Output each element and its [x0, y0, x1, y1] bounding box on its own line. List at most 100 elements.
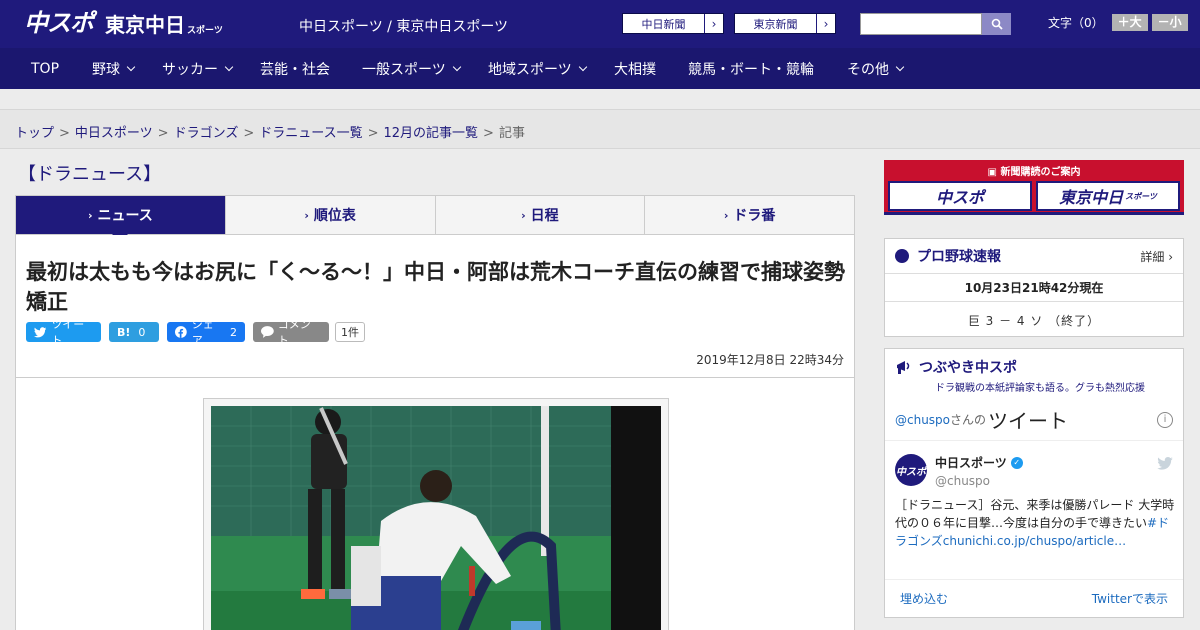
view-on-twitter-link[interactable]: Twitterで表示 — [1092, 590, 1168, 607]
baseball-icon — [895, 249, 909, 263]
facebook-share-button[interactable]: シェア 2 — [167, 318, 245, 347]
baseball-practice-photo — [211, 406, 661, 630]
article-headline: 最初は太もも今はお尻に「く～る～！」中日・阿部は荒木コーチ直伝の練習で捕球姿勢矯… — [26, 260, 845, 314]
tab-standings[interactable]: › 順位表 — [224, 196, 435, 234]
nav-item-general-sports[interactable]: 一般スポーツ — [362, 48, 461, 89]
section-tabs: › ニュース › 順位表 › 日程 › ドラ番 — [15, 195, 855, 242]
promo-title: ▣ 新聞購読のご案内 — [987, 167, 1081, 178]
chunichi-shimbun-link[interactable]: 中日新聞 › — [622, 13, 724, 34]
promo-underline — [884, 212, 1184, 215]
article-date: 2019年12月8日 22時34分 — [696, 353, 844, 367]
font-size-control: 文字（0） ＋大 －小 — [1048, 14, 1188, 31]
breadcrumb-current: 記事 — [498, 126, 525, 141]
promo-tokyo-chunichi-button[interactable]: 東京中日 スポーツ — [1036, 181, 1180, 211]
tab-schedule[interactable]: › 日程 — [434, 196, 645, 234]
embed-link[interactable]: 埋め込む — [900, 590, 948, 607]
facebook-icon — [175, 326, 187, 338]
pro-baseball-box: プロ野球速報 詳細 › 10月23日21時42分現在 巨 3 － 4 ソ （終了… — [884, 238, 1184, 337]
pro-baseball-title: プロ野球速報 — [917, 249, 1001, 265]
nav-item-entertainment[interactable]: 芸能・社会 — [260, 48, 330, 89]
logo-chuspo: 中スポ — [24, 9, 94, 37]
twitter-bird-icon[interactable] — [1157, 457, 1173, 470]
nav-item-racing[interactable]: 競馬・ボート・競輪 — [688, 48, 814, 89]
twitter-box-subtitle: ドラ観戦の本紙評論家も語る。グラも熱烈応援 — [935, 383, 1145, 394]
tokyo-shimbun-link[interactable]: 東京新聞 › — [734, 13, 836, 34]
search-icon — [991, 18, 1003, 30]
article: 最初は太もも今はお尻に「く～る～！」中日・阿部は荒木コーチ直伝の練習で捕球姿勢矯… — [15, 235, 855, 630]
verified-icon: ✓ — [1010, 456, 1023, 469]
subscription-promo[interactable]: ▣ 新聞購読のご案内 中スポ 東京中日 スポーツ — [884, 160, 1184, 215]
hatena-icon: B! — [117, 325, 131, 339]
site-logo[interactable]: 中スポ 東京中日 スポーツ — [24, 8, 223, 38]
main-nav: TOP 野球 サッカー 芸能・社会 一般スポーツ 地域スポーツ 大相撲 競馬・ボ… — [0, 48, 1200, 89]
tweet-text: ［ドラニュース］谷元、来季は優勝パレード 大学時代の０６年に目撃…今度は自分の手… — [895, 498, 1175, 548]
chevron-down-icon — [224, 62, 234, 72]
chevron-right-icon: › — [816, 14, 835, 33]
breadcrumb: トップ > 中日スポーツ > ドラゴンズ > ドラニュース一覧 >12月の記事一覧 > 記事 — [15, 126, 525, 141]
nav-item-other[interactable]: その他 — [847, 48, 905, 89]
logo-tokyo-sub: スポーツ — [187, 26, 223, 36]
breadcrumb-top[interactable]: トップ — [15, 126, 54, 141]
promo-chuspo-button[interactable]: 中スポ — [888, 181, 1032, 211]
article-photo[interactable] — [211, 406, 661, 630]
chevron-down-icon — [895, 62, 905, 72]
breadcrumb-chuspo[interactable]: 中日スポーツ — [75, 126, 153, 141]
tab-dra-ban[interactable]: › ドラ番 — [644, 196, 854, 234]
nav-item-soccer[interactable]: サッカー — [162, 48, 234, 89]
twitter-embed-header: @chuspo さんの ツイート i — [885, 399, 1183, 441]
search-form — [860, 13, 1011, 35]
chevron-down-icon — [578, 62, 587, 72]
chevron-down-icon — [452, 62, 461, 72]
comment-count: 1件 — [335, 322, 365, 342]
pro-baseball-updated: 10月23日21時42分現在 — [885, 274, 1183, 302]
chevron-down-icon — [126, 62, 136, 72]
twitter-box-header: つぶやき中スポ ドラ観戦の本紙評論家も語る。グラも熱烈応援 — [885, 349, 1183, 394]
pro-baseball-header: プロ野球速報 詳細 › — [885, 239, 1183, 274]
chevron-right-icon: › — [723, 208, 729, 222]
font-decrease-button[interactable]: －小 — [1151, 14, 1188, 31]
article-divider — [16, 377, 854, 378]
share-buttons: ツイート B! 0 シェア 2 コメント 1件 — [26, 318, 365, 347]
nav-item-baseball[interactable]: 野球 — [92, 48, 136, 89]
chevron-right-icon: › — [521, 208, 526, 222]
nav-item-local-sports[interactable]: 地域スポーツ — [488, 48, 587, 89]
search-button[interactable] — [982, 13, 1011, 35]
article-photo-frame — [203, 398, 669, 630]
nav-item-top[interactable]: TOP — [31, 48, 59, 89]
comment-icon — [261, 326, 274, 338]
nav-item-sumo[interactable]: 大相撲 — [614, 48, 656, 89]
comment-button[interactable]: コメント — [253, 318, 329, 347]
breadcrumb-december[interactable]: 12月の記事一覧 — [384, 126, 479, 141]
tweet-author-handle: @chuspo — [935, 474, 991, 488]
megaphone-icon — [897, 361, 910, 374]
breadcrumb-bar: トップ > 中日スポーツ > ドラゴンズ > ドラニュース一覧 >12月の記事一覧 > 記事 — [0, 109, 1200, 149]
font-increase-button[interactable]: ＋大 — [1111, 14, 1148, 31]
twitter-icon — [34, 326, 47, 337]
pro-baseball-detail-link[interactable]: 詳細 › — [1140, 248, 1173, 265]
font-size-label: 文字（0） — [1048, 16, 1104, 30]
breadcrumb-dragons[interactable]: ドラゴンズ — [174, 126, 239, 141]
search-input[interactable] — [860, 13, 982, 35]
tab-news[interactable]: › ニュース — [16, 196, 225, 242]
hatena-count: 0 — [138, 325, 146, 339]
site-header: 中スポ 東京中日 スポーツ 中日スポーツ / 東京中日スポーツ 中日新聞 › 東… — [0, 0, 1200, 48]
chevron-right-icon: › — [87, 208, 93, 222]
chevron-right-icon: › — [304, 208, 309, 222]
pro-baseball-score[interactable]: 巨 3 － 4 ソ （終了） — [885, 302, 1183, 329]
avatar: 中スポ — [895, 454, 927, 486]
facebook-count: 2 — [230, 325, 237, 339]
tweet-author[interactable]: 中スポ 中日スポーツ ✓ @chuspo — [895, 454, 1023, 488]
hatena-bookmark-button[interactable]: B! 0 — [109, 322, 159, 342]
breadcrumb-dra-news[interactable]: ドラニュース一覧 — [259, 126, 362, 141]
twitter-embed: @chuspo さんの ツイート i 中スポ 中日スポーツ ✓ @chuspo ［… — [885, 399, 1183, 618]
twitter-handle-link[interactable]: @chuspo — [895, 413, 950, 427]
site-subtitle: 中日スポーツ / 東京中日スポーツ — [299, 19, 509, 35]
info-icon[interactable]: i — [1157, 411, 1173, 428]
twitter-box-title: つぶやき中スポ — [919, 360, 1017, 376]
tweet-button[interactable]: ツイート — [26, 318, 101, 347]
section-title: 【ドラニュース】 — [18, 164, 162, 185]
twitter-box: つぶやき中スポ ドラ観戦の本紙評論家も語る。グラも熱烈応援 @chuspo さん… — [884, 348, 1184, 618]
newspaper-icon: ▣ — [987, 167, 1001, 178]
chevron-right-icon: › — [704, 14, 723, 33]
logo-tokyo-chunichi: 東京中日 — [105, 13, 185, 37]
